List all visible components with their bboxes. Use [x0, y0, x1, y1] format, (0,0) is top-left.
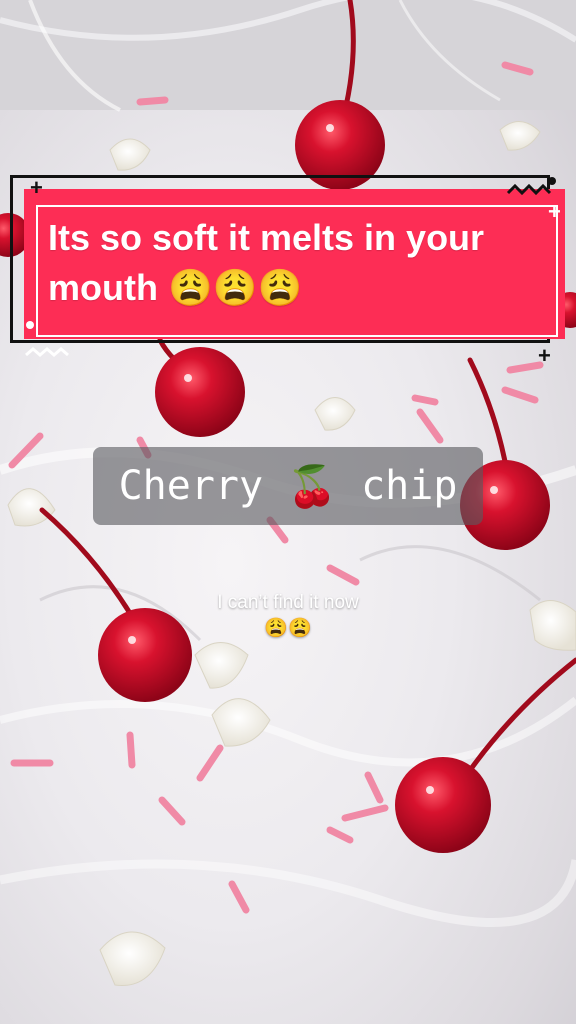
dot-decoration-icon [548, 177, 556, 185]
title-banner: Its so soft it melts in your mouth 😩😩😩 +… [10, 175, 565, 367]
caption-line-1: I can’t find it now [217, 592, 359, 613]
plus-decoration-icon: + [538, 343, 551, 368]
flavor-label-left: Cherry [118, 463, 264, 509]
cherry-emoji-icon: 🍒 [287, 463, 337, 510]
zigzag-decoration-icon [25, 347, 69, 357]
plus-decoration-icon: + [548, 199, 561, 224]
plus-decoration-icon: + [30, 175, 43, 200]
caption-line-2: 😩😩 [264, 618, 312, 639]
banner-title-text: Its so soft it melts in your mouth 😩😩😩 [48, 217, 485, 308]
flavor-label-right: chip [361, 463, 458, 509]
dot-decoration-icon [26, 321, 34, 329]
caption: I can’t find it now 😩😩 [150, 590, 426, 642]
flavor-label: Cherry 🍒 chip [93, 447, 483, 525]
